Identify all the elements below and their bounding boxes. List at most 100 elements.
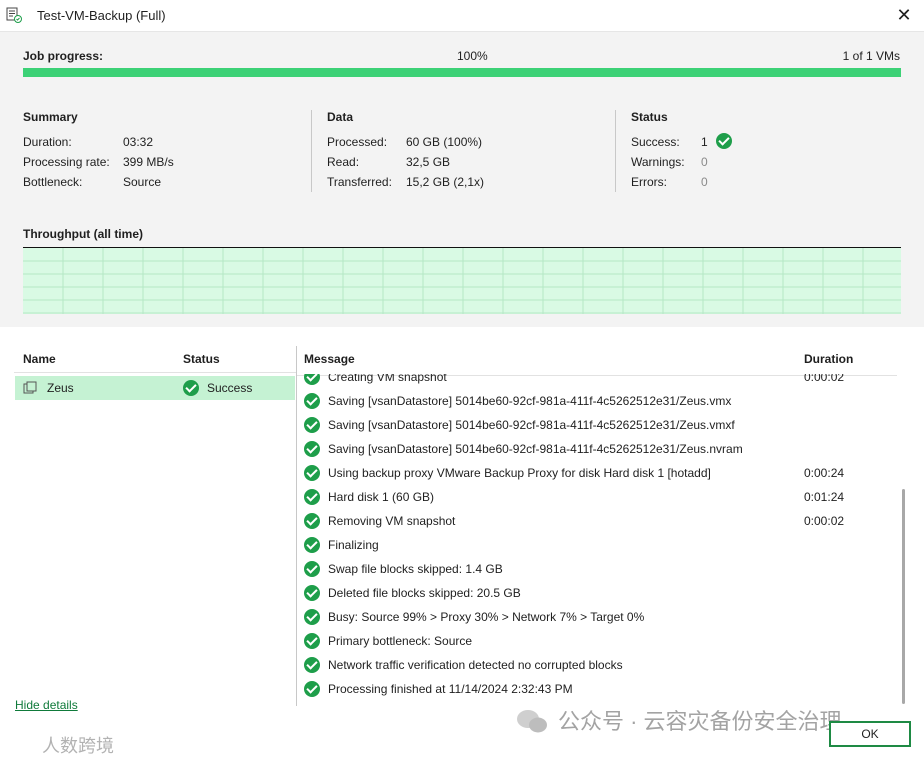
job-stats-panel: Job progress: 100% 1 of 1 VMs Summary Du… — [0, 32, 924, 327]
success-check-icon — [304, 513, 320, 529]
message-text: Removing VM snapshot — [328, 514, 456, 528]
title-bar: Test-VM-Backup (Full) ✕ — [0, 0, 924, 32]
close-button[interactable]: ✕ — [894, 4, 914, 26]
watermark-text: 公众号 · 云容灾备份安全治理 — [558, 709, 842, 734]
message-text: Hard disk 1 (60 GB) — [328, 490, 435, 504]
backup-job-icon — [6, 7, 22, 23]
summary-heading: Summary — [23, 110, 78, 124]
message-text: Swap file blocks skipped: 1.4 GB — [328, 562, 503, 576]
name-column-header[interactable]: Name — [23, 352, 56, 366]
message-duration: 0:00:02 — [804, 514, 845, 528]
bottleneck-label: Bottleneck: — [23, 175, 83, 189]
message-row[interactable]: Network traffic verification detected no… — [297, 653, 897, 677]
message-text: Busy: Source 99% > Proxy 30% > Network 7… — [328, 610, 645, 624]
processing-rate-label: Processing rate: — [23, 155, 110, 169]
transferred-value: 15,2 GB (2,1x) — [406, 175, 485, 189]
success-check-icon — [304, 681, 320, 697]
data-heading: Data — [327, 110, 354, 124]
warnings-value: 0 — [701, 155, 708, 169]
message-row[interactable]: Saving [vsanDatastore] 5014be60-92cf-981… — [297, 389, 897, 413]
message-duration: 0:01:24 — [804, 490, 845, 504]
message-row[interactable]: Finalizing — [297, 533, 897, 557]
success-value: 1 — [701, 135, 708, 149]
success-check-icon — [183, 380, 199, 396]
message-duration: 0:00:24 — [804, 466, 845, 480]
errors-value: 0 — [701, 175, 708, 189]
success-check-icon — [304, 561, 320, 577]
duration-value: 03:32 — [123, 135, 154, 149]
message-row[interactable]: Hard disk 1 (60 GB) 0:01:24 — [297, 485, 897, 509]
divider — [311, 110, 312, 192]
message-row[interactable]: Using backup proxy VMware Backup Proxy f… — [297, 461, 897, 485]
message-text: Using backup proxy VMware Backup Proxy f… — [328, 466, 711, 480]
scrollbar-thumb[interactable] — [902, 489, 905, 704]
message-row[interactable]: Swap file blocks skipped: 1.4 GB — [297, 557, 897, 581]
message-text: Saving [vsanDatastore] 5014be60-92cf-981… — [328, 442, 743, 456]
job-progress-percent: 100% — [457, 49, 488, 63]
message-row[interactable]: Removing VM snapshot 0:00:02 — [297, 509, 897, 533]
status-section: Status — [631, 110, 668, 124]
message-text: Saving [vsanDatastore] 5014be60-92cf-981… — [328, 418, 735, 432]
message-text: Processing finished at 11/14/2024 2:32:4… — [328, 682, 573, 696]
bottleneck-value: Source — [123, 175, 162, 189]
job-progress-fill — [23, 68, 901, 77]
transferred-label: Transferred: — [327, 175, 392, 189]
vm-count: 1 of 1 VMs — [842, 49, 900, 63]
job-progress-bar — [23, 68, 901, 77]
processed-value: 60 GB (100%) — [406, 135, 483, 149]
message-row[interactable]: Creating VM snapshot 0:00:02 — [297, 374, 897, 389]
details-area: Name Status Zeus Success Message Duratio… — [0, 327, 924, 758]
vm-list-row[interactable]: Zeus Success — [15, 376, 295, 400]
success-check-icon — [304, 441, 320, 457]
message-text: Deleted file blocks skipped: 20.5 GB — [328, 586, 521, 600]
window-title: Test-VM-Backup (Full) — [37, 8, 166, 23]
wechat-logo-icon — [517, 710, 547, 733]
status-column-header[interactable]: Status — [183, 352, 220, 366]
success-check-icon — [304, 633, 320, 649]
message-row[interactable]: Primary bottleneck: Source — [297, 629, 897, 653]
success-label: Success: — [631, 135, 680, 149]
throughput-chart — [23, 247, 901, 314]
corner-watermark: 人数跨境 — [42, 736, 114, 756]
success-check-icon — [304, 585, 320, 601]
success-check-icon — [304, 417, 320, 433]
read-value: 32,5 GB — [406, 155, 451, 169]
throughput-title: Throughput (all time) — [23, 227, 143, 241]
message-row[interactable]: Processing finished at 11/14/2024 2:32:4… — [297, 677, 897, 701]
success-check-icon — [304, 465, 320, 481]
divider — [615, 110, 616, 192]
success-check-icon — [304, 609, 320, 625]
message-text: Network traffic verification detected no… — [328, 658, 623, 672]
data-section: Data — [327, 110, 353, 124]
success-check-icon — [304, 537, 320, 553]
message-row[interactable]: Busy: Source 99% > Proxy 30% > Network 7… — [297, 605, 897, 629]
message-log[interactable]: Creating VM snapshot 0:00:02 Saving [vsanD… — [297, 374, 899, 712]
message-column-header[interactable]: Message — [304, 352, 355, 366]
vm-icon — [23, 381, 37, 394]
message-row[interactable]: Deleted file blocks skipped: 20.5 GB — [297, 581, 897, 605]
status-heading: Status — [631, 110, 668, 124]
message-text: Creating VM snapshot — [328, 374, 447, 384]
success-check-icon — [716, 133, 732, 149]
errors-label: Errors: — [631, 175, 667, 189]
hide-details-link[interactable]: Hide details — [15, 698, 78, 712]
vm-status: Success — [207, 381, 253, 395]
message-row[interactable]: Saving [vsanDatastore] 5014be60-92cf-981… — [297, 413, 897, 437]
ok-button[interactable]: OK — [829, 721, 911, 747]
message-text: Primary bottleneck: Source — [328, 634, 473, 648]
duration-column-header[interactable]: Duration — [804, 352, 853, 366]
summary-section: Summary — [23, 110, 78, 124]
success-check-icon — [304, 657, 320, 673]
success-check-icon — [304, 489, 320, 505]
success-check-icon — [304, 393, 320, 409]
processing-rate-value: 399 MB/s — [123, 155, 174, 169]
divider — [14, 372, 296, 373]
success-check-icon — [304, 374, 320, 385]
message-text: Finalizing — [328, 538, 379, 552]
processed-label: Processed: — [327, 135, 388, 149]
vm-name: Zeus — [47, 381, 74, 395]
message-row[interactable]: Saving [vsanDatastore] 5014be60-92cf-981… — [297, 437, 897, 461]
message-duration: 0:00:02 — [804, 374, 845, 384]
duration-label: Duration: — [23, 135, 72, 149]
read-label: Read: — [327, 155, 360, 169]
